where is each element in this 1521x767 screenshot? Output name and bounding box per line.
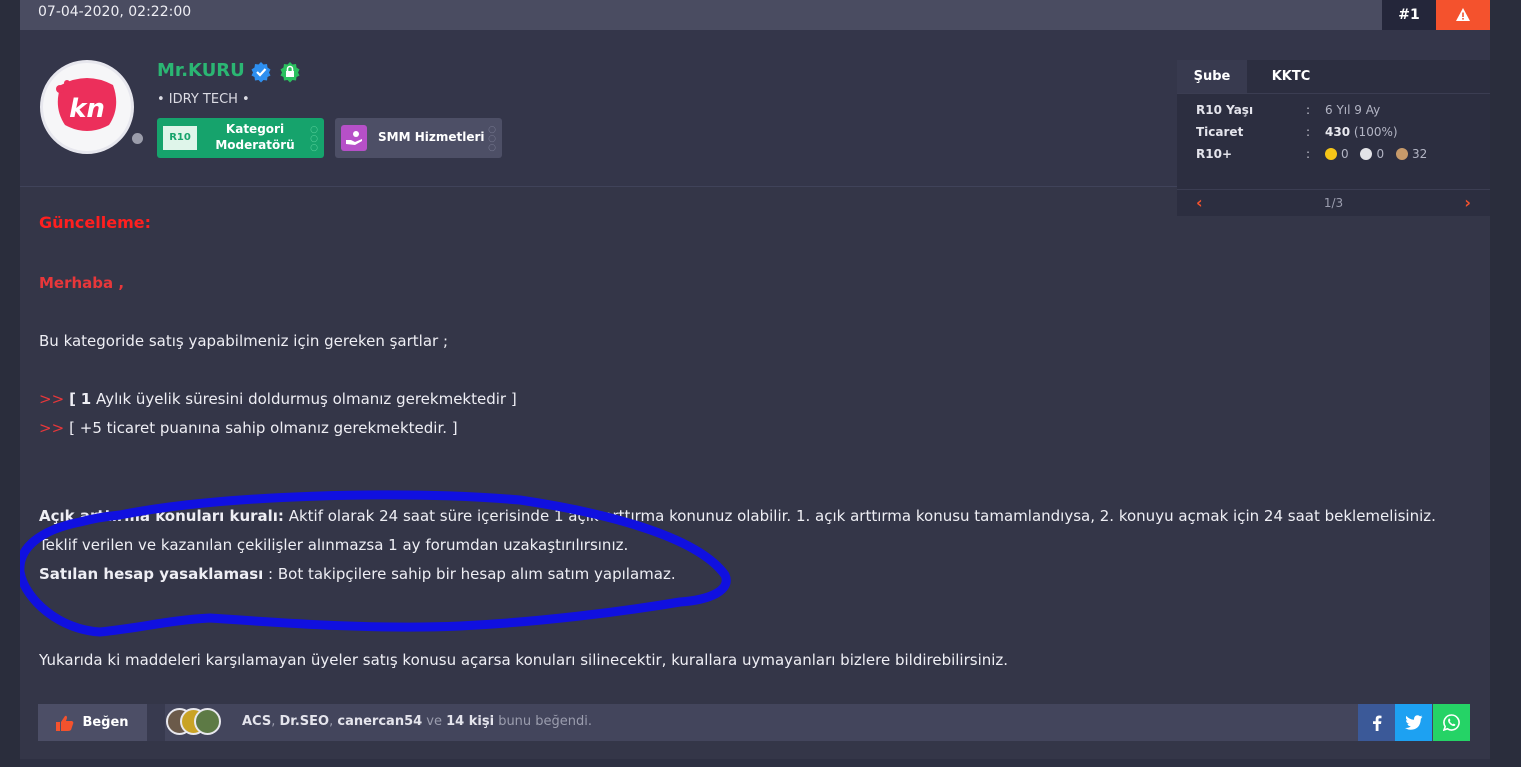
liker-name-link[interactable]: canercan54	[337, 714, 422, 729]
warning-icon	[1456, 8, 1470, 21]
badge-label: Kategori Moderatörü	[215, 122, 295, 152]
badge-decoration-icon: ○ ○ ○	[310, 125, 318, 153]
share-whatsapp-button[interactable]	[1433, 704, 1470, 741]
account-ban-rule: Satılan hesap yasaklaması : Bot takipçil…	[39, 565, 676, 583]
whatsapp-icon	[1443, 714, 1460, 731]
avatar-logo: kn	[56, 78, 117, 131]
closing-text: Yukarıda ki maddeleri karşılamayan üyele…	[39, 651, 1009, 669]
forum-post: 07-04-2020, 02:22:00 #1 kn Mr.KURU • IDR…	[20, 0, 1490, 767]
badge-label: SMM Hizmetleri	[378, 130, 485, 144]
post-header: 07-04-2020, 02:22:00 #1	[20, 0, 1490, 30]
update-heading: Güncelleme:	[39, 213, 151, 232]
user-avatar[interactable]: kn	[40, 60, 134, 154]
arrow-marker: >>	[39, 390, 65, 408]
liker-name-link[interactable]: ACS	[242, 714, 271, 729]
like-separator	[147, 704, 165, 741]
report-button[interactable]	[1436, 0, 1490, 30]
giveaway-rule: Teklif verilen ve kazanılan çekilişler a…	[39, 536, 629, 554]
username-link[interactable]: Mr.KURU	[157, 60, 245, 81]
auction-rule: Açık arttırma konuları kuralı: Aktif ola…	[39, 507, 1436, 525]
likers-others-link[interactable]: 14 kişi	[446, 714, 494, 729]
tab-kktc[interactable]: KKTC	[1257, 60, 1325, 93]
greeting-text: Merhaba ,	[39, 274, 125, 292]
page-left-gutter	[0, 0, 20, 767]
rule-item: >>[ +5 ticaret puanına sahip olmanız ger…	[39, 419, 458, 437]
avatar-text: kn	[69, 94, 105, 124]
user-info-panel: Şube KKTC R10 Yaşı : 6 Yıl 9 Ay Ticaret …	[1177, 60, 1490, 216]
share-facebook-button[interactable]	[1358, 704, 1395, 741]
page-right-gutter	[1490, 0, 1521, 767]
likers-text: ACS, Dr.SEO, canercan54 ve 14 kişi bunu …	[242, 714, 593, 729]
badge-tag: R10	[163, 126, 197, 150]
info-pager: ‹ 1/3 ›	[1177, 189, 1490, 217]
online-status-dot	[130, 131, 145, 146]
user-title: • IDRY TECH •	[157, 92, 250, 107]
likers-avatars	[166, 708, 236, 737]
like-bar: Beğen ACS, Dr.SEO, canercan54 ve 14 kişi…	[38, 704, 1470, 741]
tab-sube[interactable]: Şube	[1177, 60, 1247, 93]
gold-coin-icon	[1325, 148, 1337, 160]
pager-count: 1/3	[1323, 196, 1344, 210]
post-bottom-divider	[20, 759, 1490, 767]
bronze-coin-icon	[1395, 148, 1408, 160]
verified-icon	[251, 62, 271, 83]
twitter-icon	[1404, 715, 1422, 730]
rule-item: >>[ 1 Aylık üyelik süresini doldurmuş ol…	[39, 390, 517, 408]
like-button-label: Beğen	[82, 715, 129, 730]
arrow-marker: >>	[39, 419, 65, 437]
badge-category-moderator[interactable]: R10 Kategori Moderatörü ○ ○ ○	[157, 118, 324, 158]
post-number-link[interactable]: #1	[1382, 0, 1436, 30]
liker-name-link[interactable]: Dr.SEO	[280, 714, 330, 729]
thumbs-up-icon	[56, 715, 74, 731]
like-button[interactable]: Beğen	[38, 704, 147, 741]
share-twitter-button[interactable]	[1395, 704, 1432, 741]
silver-coin-icon	[1360, 148, 1373, 160]
badge-smm-services[interactable]: SMM Hizmetleri ○ ○ ○	[335, 118, 502, 158]
hand-money-icon	[341, 125, 367, 151]
post-date: 07-04-2020, 02:22:00	[38, 4, 192, 20]
intro-text: Bu kategoride satış yapabilmeniz için ge…	[39, 332, 449, 350]
chevron-right-icon[interactable]: ›	[1464, 193, 1471, 212]
facebook-icon	[1372, 715, 1381, 731]
post-user-area: kn Mr.KURU • IDRY TECH • R10 Kategori Mod…	[20, 30, 1490, 216]
info-tabs: Şube KKTC	[1177, 60, 1490, 94]
liker-avatar[interactable]	[194, 708, 221, 735]
badge-decoration-icon: ○ ○ ○	[488, 125, 496, 153]
lock-badge-icon	[280, 62, 300, 83]
